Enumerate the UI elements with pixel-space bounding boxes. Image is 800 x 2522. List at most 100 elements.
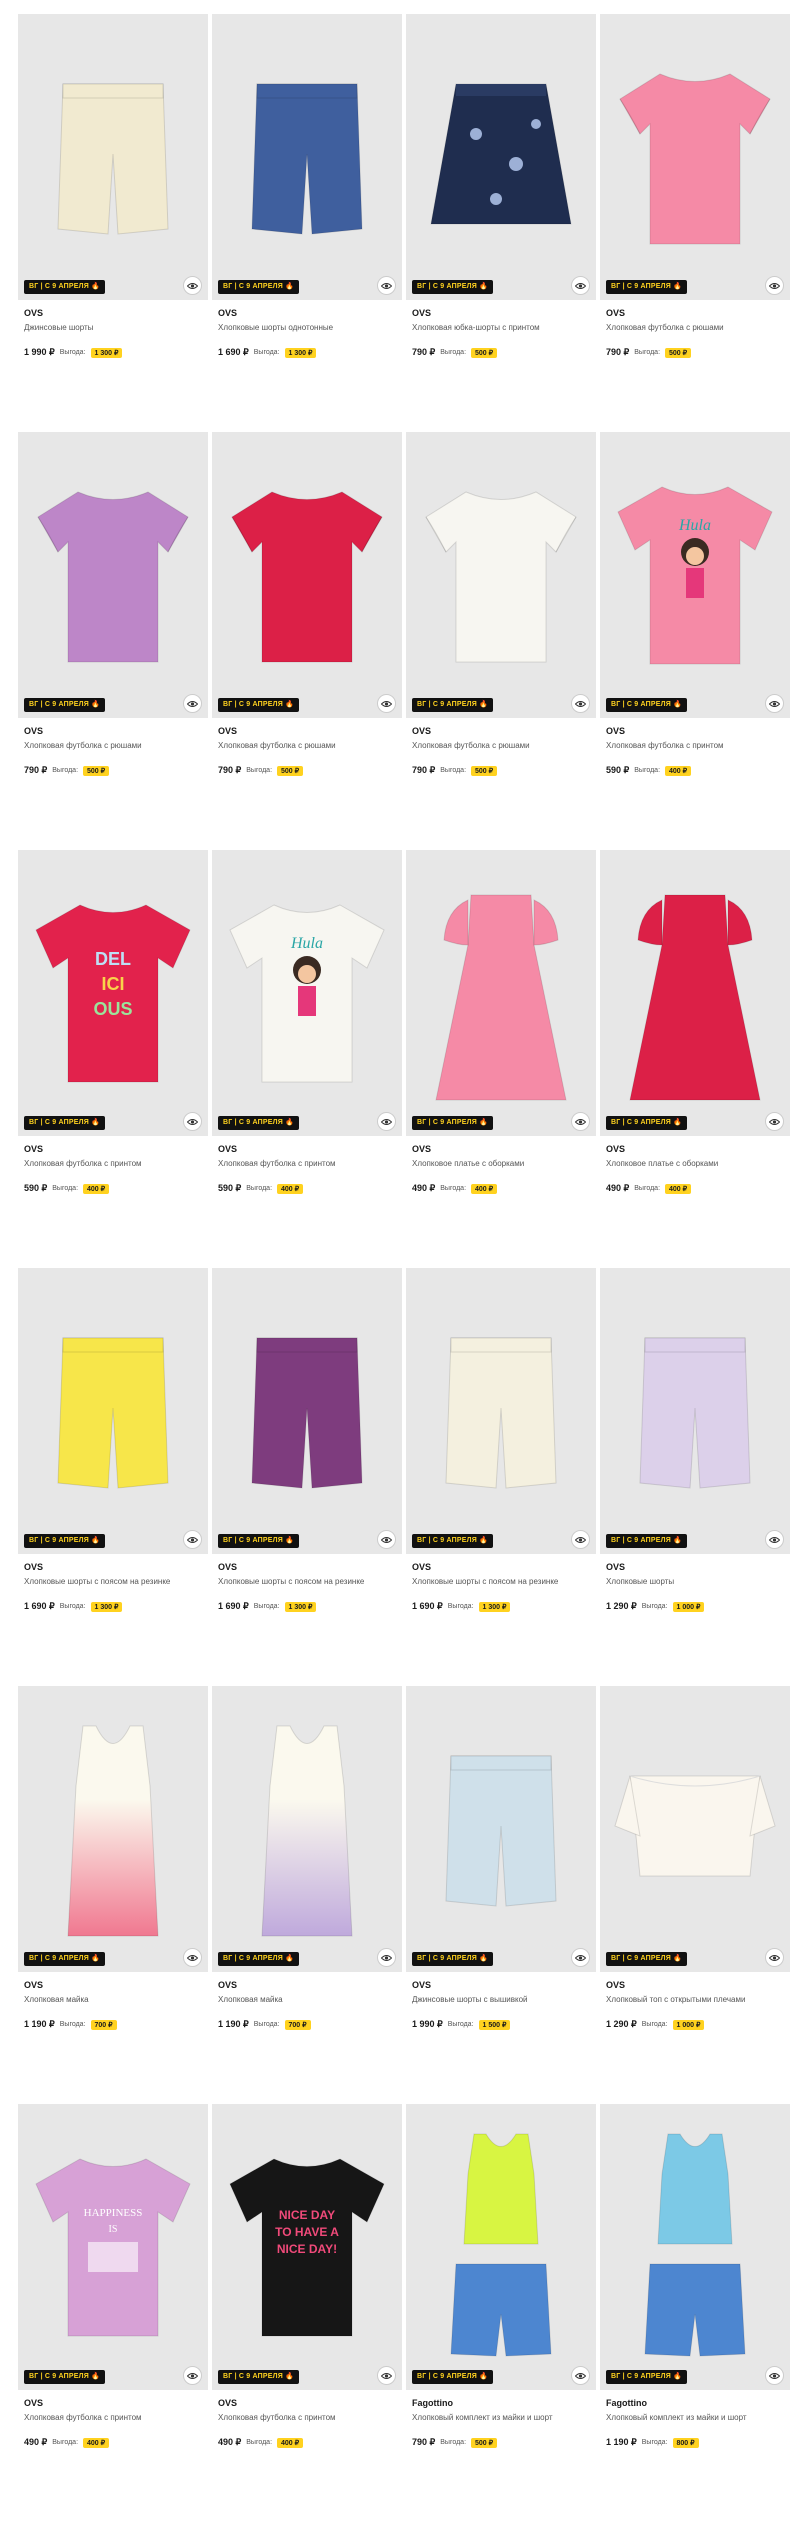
product-image[interactable]: NICE DAY TO HAVE A NICE DAY! ВГ | С 9 АПРЕЛ… bbox=[212, 2104, 402, 2390]
quick-view-eye-icon[interactable] bbox=[765, 1112, 784, 1131]
quick-view-eye-icon[interactable] bbox=[183, 1530, 202, 1549]
quick-view-eye-icon[interactable] bbox=[765, 1530, 784, 1549]
product-image[interactable]: ВГ | С 9 АПРЕЛЯ 🔥 bbox=[212, 1268, 402, 1554]
product-name[interactable]: Хлопковые шорты bbox=[606, 1577, 790, 1586]
product-brand[interactable]: OVS bbox=[24, 1144, 208, 1154]
product-name[interactable]: Джинсовые шорты bbox=[24, 323, 208, 332]
product-brand[interactable]: OVS bbox=[218, 1980, 402, 1990]
product-name[interactable]: Хлопковая юбка-шорты с принтом bbox=[412, 323, 596, 332]
product-card[interactable]: ВГ | С 9 АПРЕЛЯ 🔥 Fagottino Хлопковый комп… bbox=[406, 2104, 596, 2522]
product-card[interactable]: ВГ | С 9 АПРЕЛЯ 🔥 OVS Хлопковые шорты одно… bbox=[212, 14, 402, 432]
product-card[interactable]: Hula ВГ | С 9 АПРЕЛЯ 🔥 OVS Хлопковая футбол… bbox=[212, 850, 402, 1268]
product-card[interactable]: ВГ | С 9 АПРЕЛЯ 🔥 OVS Хлопковое платье с о… bbox=[406, 850, 596, 1268]
product-image[interactable]: Hula ВГ | С 9 АПРЕЛЯ 🔥 bbox=[600, 432, 790, 718]
product-image[interactable]: ВГ | С 9 АПРЕЛЯ 🔥 bbox=[600, 14, 790, 300]
quick-view-eye-icon[interactable] bbox=[377, 694, 396, 713]
product-name[interactable]: Хлопковый комплект из майки и шорт bbox=[412, 2413, 596, 2422]
product-card[interactable]: Hula ВГ | С 9 АПРЕЛЯ 🔥 OVS Хлопковая футбол… bbox=[600, 432, 790, 850]
product-image[interactable]: ВГ | С 9 АПРЕЛЯ 🔥 bbox=[600, 1686, 790, 1972]
product-brand[interactable]: OVS bbox=[218, 308, 402, 318]
quick-view-eye-icon[interactable] bbox=[765, 1948, 784, 1967]
product-card[interactable]: ВГ | С 9 АПРЕЛЯ 🔥 OVS Хлопковая юбка-шорты… bbox=[406, 14, 596, 432]
product-image[interactable]: DEL ICI OUS ВГ | С 9 АПРЕЛЯ 🔥 bbox=[18, 850, 208, 1136]
product-name[interactable]: Хлопковая футболка с рюшами bbox=[218, 741, 402, 750]
product-name[interactable]: Хлопковое платье с оборками bbox=[606, 1159, 790, 1168]
product-brand[interactable]: OVS bbox=[218, 1144, 402, 1154]
quick-view-eye-icon[interactable] bbox=[183, 694, 202, 713]
product-image[interactable]: ВГ | С 9 АПРЕЛЯ 🔥 bbox=[406, 850, 596, 1136]
quick-view-eye-icon[interactable] bbox=[377, 1948, 396, 1967]
quick-view-eye-icon[interactable] bbox=[571, 2366, 590, 2385]
product-name[interactable]: Хлопковые шорты однотонные bbox=[218, 323, 402, 332]
product-card[interactable]: ВГ | С 9 АПРЕЛЯ 🔥 OVS Хлопковые шорты с по… bbox=[18, 1268, 208, 1686]
product-image[interactable]: ВГ | С 9 АПРЕЛЯ 🔥 bbox=[600, 850, 790, 1136]
product-card[interactable]: DEL ICI OUS ВГ | С 9 АПРЕЛЯ 🔥 OVS Хлопковая ф… bbox=[18, 850, 208, 1268]
product-image[interactable]: ВГ | С 9 АПРЕЛЯ 🔥 bbox=[406, 14, 596, 300]
product-card[interactable]: ВГ | С 9 АПРЕЛЯ 🔥 OVS Хлопковая майка 1 190… bbox=[212, 1686, 402, 2104]
product-card[interactable]: HAPPINESS IS ВГ | С 9 АПРЕЛЯ 🔥 OVS Хлопковая… bbox=[18, 2104, 208, 2522]
product-image[interactable]: ВГ | С 9 АПРЕЛЯ 🔥 bbox=[18, 1686, 208, 1972]
quick-view-eye-icon[interactable] bbox=[183, 276, 202, 295]
product-brand[interactable]: OVS bbox=[412, 1562, 596, 1572]
product-card[interactable]: ВГ | С 9 АПРЕЛЯ 🔥 OVS Хлопковая футболка с… bbox=[212, 432, 402, 850]
product-name[interactable]: Хлопковые шорты с поясом на резинке bbox=[412, 1577, 596, 1586]
product-image[interactable]: Hula ВГ | С 9 АПРЕЛЯ 🔥 bbox=[212, 850, 402, 1136]
quick-view-eye-icon[interactable] bbox=[183, 2366, 202, 2385]
quick-view-eye-icon[interactable] bbox=[571, 1948, 590, 1967]
product-image[interactable]: ВГ | С 9 АПРЕЛЯ 🔥 bbox=[212, 14, 402, 300]
product-card[interactable]: ВГ | С 9 АПРЕЛЯ 🔥 OVS Хлопковая майка 1 190… bbox=[18, 1686, 208, 2104]
quick-view-eye-icon[interactable] bbox=[183, 1112, 202, 1131]
quick-view-eye-icon[interactable] bbox=[377, 1530, 396, 1549]
product-brand[interactable]: OVS bbox=[412, 308, 596, 318]
product-name[interactable]: Хлопковая футболка с рюшами bbox=[412, 741, 596, 750]
product-image[interactable]: HAPPINESS IS ВГ | С 9 АПРЕЛЯ 🔥 bbox=[18, 2104, 208, 2390]
product-brand[interactable]: OVS bbox=[218, 1562, 402, 1572]
product-name[interactable]: Хлопковая футболка с рюшами bbox=[24, 741, 208, 750]
product-brand[interactable]: OVS bbox=[218, 2398, 402, 2408]
product-brand[interactable]: OVS bbox=[606, 1144, 790, 1154]
quick-view-eye-icon[interactable] bbox=[377, 2366, 396, 2385]
quick-view-eye-icon[interactable] bbox=[765, 2366, 784, 2385]
quick-view-eye-icon[interactable] bbox=[377, 276, 396, 295]
product-name[interactable]: Джинсовые шорты с вышивкой bbox=[412, 1995, 596, 2004]
product-name[interactable]: Хлопковая футболка с принтом bbox=[24, 2413, 208, 2422]
product-image[interactable]: ВГ | С 9 АПРЕЛЯ 🔥 bbox=[18, 1268, 208, 1554]
product-brand[interactable]: OVS bbox=[412, 1980, 596, 1990]
product-card[interactable]: ВГ | С 9 АПРЕЛЯ 🔥 OVS Хлопковая футболка с… bbox=[18, 432, 208, 850]
product-brand[interactable]: OVS bbox=[606, 308, 790, 318]
product-name[interactable]: Хлопковая футболка с принтом bbox=[24, 1159, 208, 1168]
product-name[interactable]: Хлопковая футболка с рюшами bbox=[606, 323, 790, 332]
product-image[interactable]: ВГ | С 9 АПРЕЛЯ 🔥 bbox=[406, 1686, 596, 1972]
product-brand[interactable]: Fagottino bbox=[606, 2398, 790, 2408]
product-name[interactable]: Хлопковая майка bbox=[24, 1995, 208, 2004]
product-name[interactable]: Хлопковая майка bbox=[218, 1995, 402, 2004]
product-brand[interactable]: OVS bbox=[218, 726, 402, 736]
product-image[interactable]: ВГ | С 9 АПРЕЛЯ 🔥 bbox=[406, 432, 596, 718]
product-name[interactable]: Хлопковая футболка с принтом bbox=[218, 1159, 402, 1168]
product-brand[interactable]: OVS bbox=[606, 1980, 790, 1990]
product-image[interactable]: ВГ | С 9 АПРЕЛЯ 🔥 bbox=[18, 14, 208, 300]
quick-view-eye-icon[interactable] bbox=[571, 694, 590, 713]
product-name[interactable]: Хлопковая футболка с принтом bbox=[218, 2413, 402, 2422]
product-image[interactable]: ВГ | С 9 АПРЕЛЯ 🔥 bbox=[18, 432, 208, 718]
quick-view-eye-icon[interactable] bbox=[183, 1948, 202, 1967]
product-name[interactable]: Хлопковый топ с открытыми плечами bbox=[606, 1995, 790, 2004]
quick-view-eye-icon[interactable] bbox=[765, 694, 784, 713]
quick-view-eye-icon[interactable] bbox=[571, 1112, 590, 1131]
product-name[interactable]: Хлопковая футболка с принтом bbox=[606, 741, 790, 750]
product-image[interactable]: ВГ | С 9 АПРЕЛЯ 🔥 bbox=[406, 2104, 596, 2390]
product-name[interactable]: Хлопковый комплект из майки и шорт bbox=[606, 2413, 790, 2422]
product-card[interactable]: ВГ | С 9 АПРЕЛЯ 🔥 OVS Хлопковая футболка с… bbox=[406, 432, 596, 850]
product-name[interactable]: Хлопковые шорты с поясом на резинке bbox=[218, 1577, 402, 1586]
product-card[interactable]: ВГ | С 9 АПРЕЛЯ 🔥 OVS Хлопковые шорты с по… bbox=[406, 1268, 596, 1686]
product-brand[interactable]: OVS bbox=[24, 2398, 208, 2408]
quick-view-eye-icon[interactable] bbox=[377, 1112, 396, 1131]
product-brand[interactable]: OVS bbox=[24, 308, 208, 318]
product-brand[interactable]: OVS bbox=[412, 726, 596, 736]
quick-view-eye-icon[interactable] bbox=[571, 1530, 590, 1549]
product-image[interactable]: ВГ | С 9 АПРЕЛЯ 🔥 bbox=[212, 432, 402, 718]
product-card[interactable]: ВГ | С 9 АПРЕЛЯ 🔥 OVS Хлопковое платье с о… bbox=[600, 850, 790, 1268]
product-brand[interactable]: OVS bbox=[24, 726, 208, 736]
product-card[interactable]: ВГ | С 9 АПРЕЛЯ 🔥 OVS Джинсовые шорты с вы… bbox=[406, 1686, 596, 2104]
product-card[interactable]: ВГ | С 9 АПРЕЛЯ 🔥 OVS Хлопковые шорты 1 290… bbox=[600, 1268, 790, 1686]
